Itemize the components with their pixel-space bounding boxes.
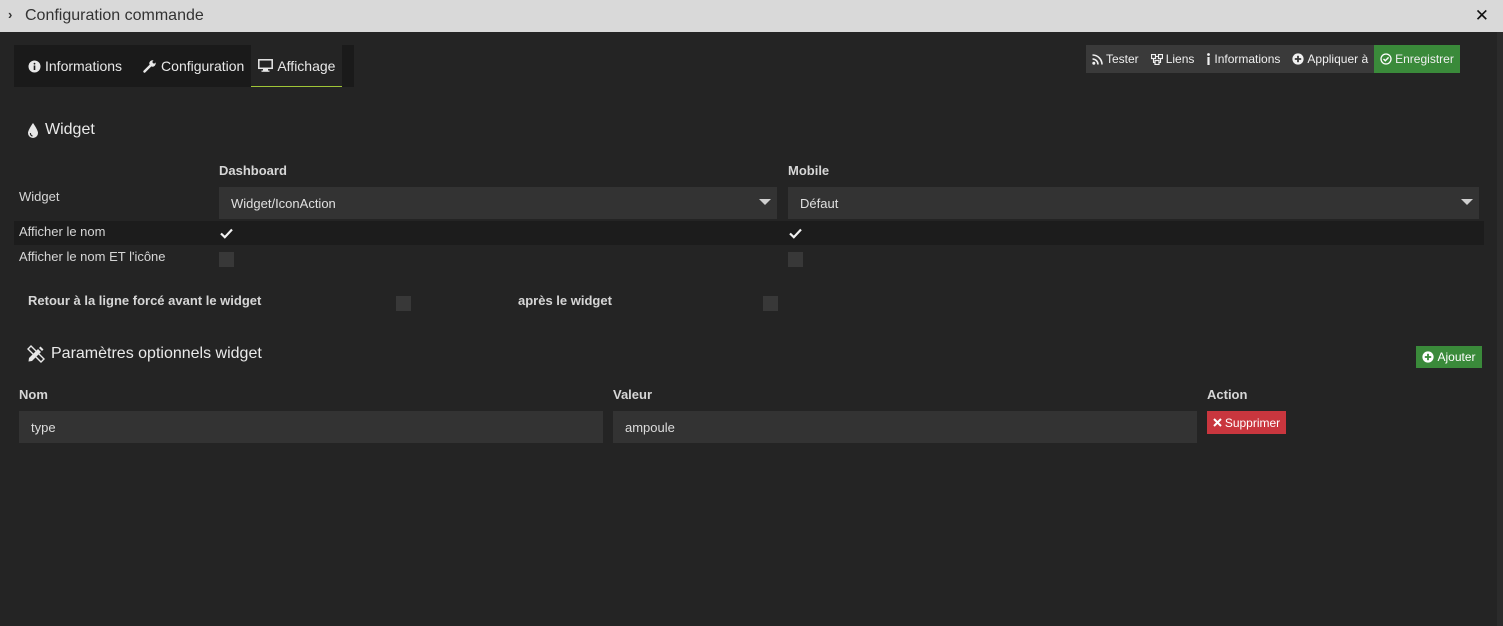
delete-param-label: Supprimer bbox=[1224, 415, 1281, 430]
params-section-title: Paramètres optionnels widget bbox=[27, 345, 262, 363]
show-name-mobile-checkbox[interactable] bbox=[788, 226, 803, 241]
check-icon bbox=[220, 228, 233, 239]
informations-label: Informations bbox=[1214, 52, 1281, 66]
widget-title-text: Widget bbox=[45, 121, 95, 138]
show-name-dashboard-checkbox[interactable] bbox=[219, 226, 234, 241]
params-title-text: Paramètres optionnels widget bbox=[51, 345, 262, 362]
row-stripe bbox=[14, 221, 1484, 245]
show-name-label: Afficher le nom bbox=[19, 224, 106, 239]
param-value-input[interactable]: ampoule bbox=[613, 411, 1197, 443]
linebreak-before-checkbox[interactable] bbox=[396, 296, 411, 311]
plus-circle-icon bbox=[1292, 53, 1305, 65]
linebreak-before-label: Retour à la ligne forcé avant le widget bbox=[28, 293, 262, 308]
param-name-value: type bbox=[31, 419, 56, 435]
close-icon[interactable]: ✕ bbox=[1475, 6, 1489, 26]
show-name-icon-label: Afficher le nom ET l'icône bbox=[19, 249, 166, 264]
nom-column-header: Nom bbox=[19, 387, 48, 402]
tint-drop-icon bbox=[27, 122, 39, 139]
mobile-column-header: Mobile bbox=[788, 163, 830, 178]
info-icon bbox=[1206, 53, 1211, 65]
informations-button[interactable]: Informations bbox=[1200, 45, 1287, 73]
add-param-label: Ajouter bbox=[1437, 350, 1476, 364]
widget-section-title: Widget bbox=[27, 121, 95, 139]
window-title: Configuration commande bbox=[25, 7, 204, 24]
tab-label: Affichage bbox=[277, 57, 336, 74]
enregistrer-button[interactable]: Enregistrer bbox=[1374, 45, 1460, 73]
info-circle-icon bbox=[28, 60, 41, 73]
liens-label: Liens bbox=[1165, 52, 1195, 66]
param-value-value: ampoule bbox=[625, 419, 675, 435]
tester-button[interactable]: Tester bbox=[1086, 45, 1145, 73]
linebreak-after-checkbox[interactable] bbox=[763, 296, 778, 311]
scrollbar-track[interactable] bbox=[1497, 32, 1503, 626]
show-name-icon-mobile-checkbox[interactable] bbox=[788, 252, 803, 267]
tab-bar: Informations Configuration Affichage bbox=[14, 45, 354, 87]
title-bar: › Configuration commande ✕ bbox=[0, 0, 1503, 32]
check-icon bbox=[789, 228, 802, 239]
desktop-icon bbox=[258, 59, 274, 72]
linebreak-after-label: après le widget bbox=[518, 293, 612, 308]
mobile-widget-select[interactable]: Défaut bbox=[788, 187, 1479, 219]
action-column-header: Action bbox=[1207, 387, 1248, 402]
caret-down-icon bbox=[1461, 199, 1473, 205]
show-name-icon-dashboard-checkbox[interactable] bbox=[219, 252, 234, 267]
caret-down-icon bbox=[759, 199, 771, 205]
tab-configuration[interactable]: Configuration bbox=[129, 45, 251, 87]
dashboard-widget-value: Widget/IconAction bbox=[231, 195, 336, 211]
appliquer-button[interactable]: Appliquer à bbox=[1286, 45, 1375, 73]
liens-button[interactable]: Liens bbox=[1144, 45, 1201, 73]
tab-label: Informations bbox=[45, 58, 123, 74]
plus-circle-icon bbox=[1422, 351, 1435, 363]
dashboard-widget-select[interactable]: Widget/IconAction bbox=[219, 187, 777, 219]
valeur-column-header: Valeur bbox=[613, 387, 653, 402]
mobile-widget-value: Défaut bbox=[800, 195, 839, 211]
pencil-ruler-icon bbox=[27, 345, 45, 363]
delete-param-button[interactable]: Supprimer bbox=[1207, 411, 1286, 434]
tab-label: Configuration bbox=[161, 58, 245, 74]
chevron-right-icon[interactable]: › bbox=[8, 7, 12, 22]
widget-row-label: Widget bbox=[19, 189, 60, 204]
add-param-button[interactable]: Ajouter bbox=[1416, 346, 1482, 368]
links-icon bbox=[1150, 53, 1163, 65]
check-circle-icon bbox=[1380, 53, 1392, 65]
param-name-input[interactable]: type bbox=[19, 411, 603, 443]
dashboard-column-header: Dashboard bbox=[219, 163, 287, 178]
enregistrer-label: Enregistrer bbox=[1395, 52, 1454, 66]
tab-affichage[interactable]: Affichage bbox=[251, 45, 343, 87]
action-toolbar: Tester Liens Informations Appliquer à En… bbox=[1086, 45, 1460, 73]
times-icon bbox=[1213, 418, 1222, 427]
rss-icon bbox=[1092, 53, 1103, 65]
appliquer-label: Appliquer à bbox=[1307, 52, 1369, 66]
wrench-icon bbox=[143, 59, 157, 73]
tester-label: Tester bbox=[1106, 52, 1139, 66]
tab-informations[interactable]: Informations bbox=[14, 45, 129, 87]
